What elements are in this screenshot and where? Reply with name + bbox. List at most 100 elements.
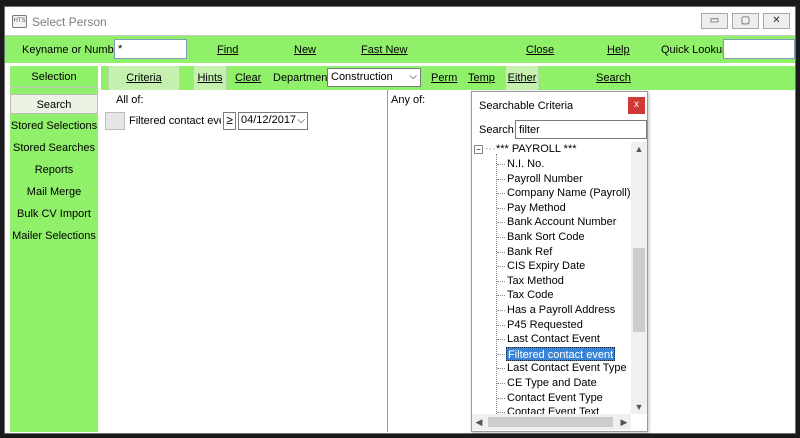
sidebar-header: Selection [10,66,98,88]
top-toolbar: Keyname or Number Find New Fast New Clos… [5,35,795,63]
tree-item[interactable]: P45 Requested [506,318,584,332]
tree-item[interactable]: N.I. No. [506,157,545,171]
tree-branch-line [497,397,505,399]
criteria-tree: − ···*** PAYROLL *** N.I. No. Payroll Numb… [472,142,631,414]
tree-item[interactable]: CE Type and Date [506,376,598,390]
popup-search-input[interactable] [515,120,647,139]
horizontal-scroll-thumb[interactable] [488,417,613,427]
tree-branch-line [497,237,505,238]
tree-item[interactable]: Company Name (Payroll) [506,186,631,200]
tree-branch-line [497,353,505,355]
operator-button[interactable]: ≥ [223,112,236,130]
tree-branch-line [497,266,505,268]
tab-criteria[interactable]: Criteria [108,66,180,90]
sidebar-item-bulk-cv-import[interactable]: Bulk CV Import [10,204,98,224]
keyname-input[interactable] [114,39,187,59]
all-of-panel: All of: Filtered contact event ≥ 04/12/2… [101,90,388,432]
scroll-right-icon[interactable]: ▶ [617,414,631,430]
select-person-window: HTS Select Person ▭ ▢ ✕ Keyname or Numbe… [4,6,796,434]
selection-sidebar: Selection Search Stored Selections Store… [10,66,98,432]
department-value: Construction [331,71,393,83]
close-link[interactable]: Close [526,44,554,56]
scroll-down-icon[interactable]: ▼ [631,400,647,414]
search-link[interactable]: Search [596,72,631,84]
app-icon: HTS [12,15,27,28]
date-value: 04/12/2017 [241,114,297,126]
collapse-icon[interactable]: − [474,144,483,154]
tree-branch-line [497,222,505,224]
tree-dots-icon: ··· [485,143,496,155]
vertical-scrollbar[interactable]: ▲ ▼ [631,142,647,414]
popup-close-button[interactable]: x [628,97,645,114]
sidebar-item-stored-searches[interactable]: Stored Searches [10,138,98,158]
fast-new-link[interactable]: Fast New [361,44,407,56]
perm-link[interactable]: Perm [431,72,457,84]
department-select[interactable]: Construction ⌵ [327,68,421,87]
temp-link[interactable]: Temp [468,72,495,84]
all-of-label: All of: [116,94,144,106]
searchable-criteria-popup: Searchable Criteria x Search −···*** PAY… [471,91,648,432]
department-label: Department [273,72,331,84]
window-title: Select Person [32,15,107,29]
tree-branch-line [497,178,505,180]
criteria-toolbar: Criteria Hints Clear Department Construc… [101,66,795,90]
sidebar-item-search[interactable]: Search [10,94,98,114]
criteria-name: Filtered contact event [129,115,221,127]
tree-item[interactable]: Bank Ref [506,245,553,259]
sidebar-item-mail-merge[interactable]: Mail Merge [10,182,98,202]
tab-hints[interactable]: Hints [193,66,227,90]
tree-branch-line [497,207,505,209]
tree-branch-line [497,280,505,282]
tree-branch-line [497,193,505,195]
tree-item[interactable]: Last Contact Event Type [506,361,628,375]
tree-item[interactable]: Tax Method [506,274,565,288]
tree-item[interactable]: Pay Method [506,201,567,215]
horizontal-scrollbar[interactable]: ◀ ▶ [472,414,631,430]
any-of-label: Any of: [391,94,426,106]
tree-item[interactable]: Tax Code [506,288,554,302]
quick-lookup-label: Quick Lookup [661,44,729,56]
tree-branch-line [497,251,505,253]
sidebar-item-reports[interactable]: Reports [10,160,98,180]
tree-item[interactable]: Last Contact Event [506,332,601,346]
title-bar: HTS Select Person ▭ ▢ ✕ [5,7,795,35]
clear-link[interactable]: Clear [235,72,261,84]
tree-root-label: *** PAYROLL *** [496,143,577,155]
popup-search-label: Search [479,124,514,136]
scroll-left-icon[interactable]: ◀ [472,414,486,430]
scroll-up-icon[interactable]: ▲ [631,142,647,156]
keyname-label: Keyname or Number [22,44,124,56]
tree-item[interactable]: Contact Event Type [506,391,604,405]
tree-item[interactable]: Bank Account Number [506,215,617,229]
quick-lookup-input[interactable] [723,39,795,59]
tree-branch-line [497,164,505,165]
tree-item[interactable]: CIS Expiry Date [506,259,586,273]
popup-title: Searchable Criteria [479,100,574,112]
tree-branch-line [497,383,505,384]
new-link[interactable]: New [294,44,316,56]
chevron-down-icon: ⌵ [409,71,417,82]
tab-either[interactable]: Either [505,66,539,90]
tree-item[interactable]: Filtered contact event [506,346,616,361]
tree-root-node[interactable]: − ···*** PAYROLL *** [474,143,577,155]
tree-branch-line [497,324,505,326]
close-window-button[interactable]: ✕ [763,13,790,29]
chevron-down-icon: ⌵ [297,113,305,128]
find-link[interactable]: Find [217,44,238,56]
tree-item[interactable]: Payroll Number [506,172,584,186]
help-link[interactable]: Help [607,44,630,56]
date-select[interactable]: 04/12/2017 ⌵ [238,112,308,130]
tree-branch-line [497,295,505,297]
vertical-scroll-thumb[interactable] [633,248,645,332]
maximize-button[interactable]: ▢ [732,13,759,29]
sidebar-item-stored-selections[interactable]: Stored Selections [10,116,98,136]
tree-item[interactable]: Bank Sort Code [506,230,586,244]
tree-branch-line [497,310,505,311]
tree-item[interactable]: Contact Event Text [506,405,600,414]
criteria-row-handle[interactable] [105,112,125,130]
tree-branch-line [497,368,505,370]
tree-item[interactable]: Has a Payroll Address [506,303,616,317]
minimize-button[interactable]: ▭ [701,13,728,29]
sidebar-item-mailer-selections[interactable]: Mailer Selections [10,226,98,246]
tree-branch-line [497,339,505,341]
